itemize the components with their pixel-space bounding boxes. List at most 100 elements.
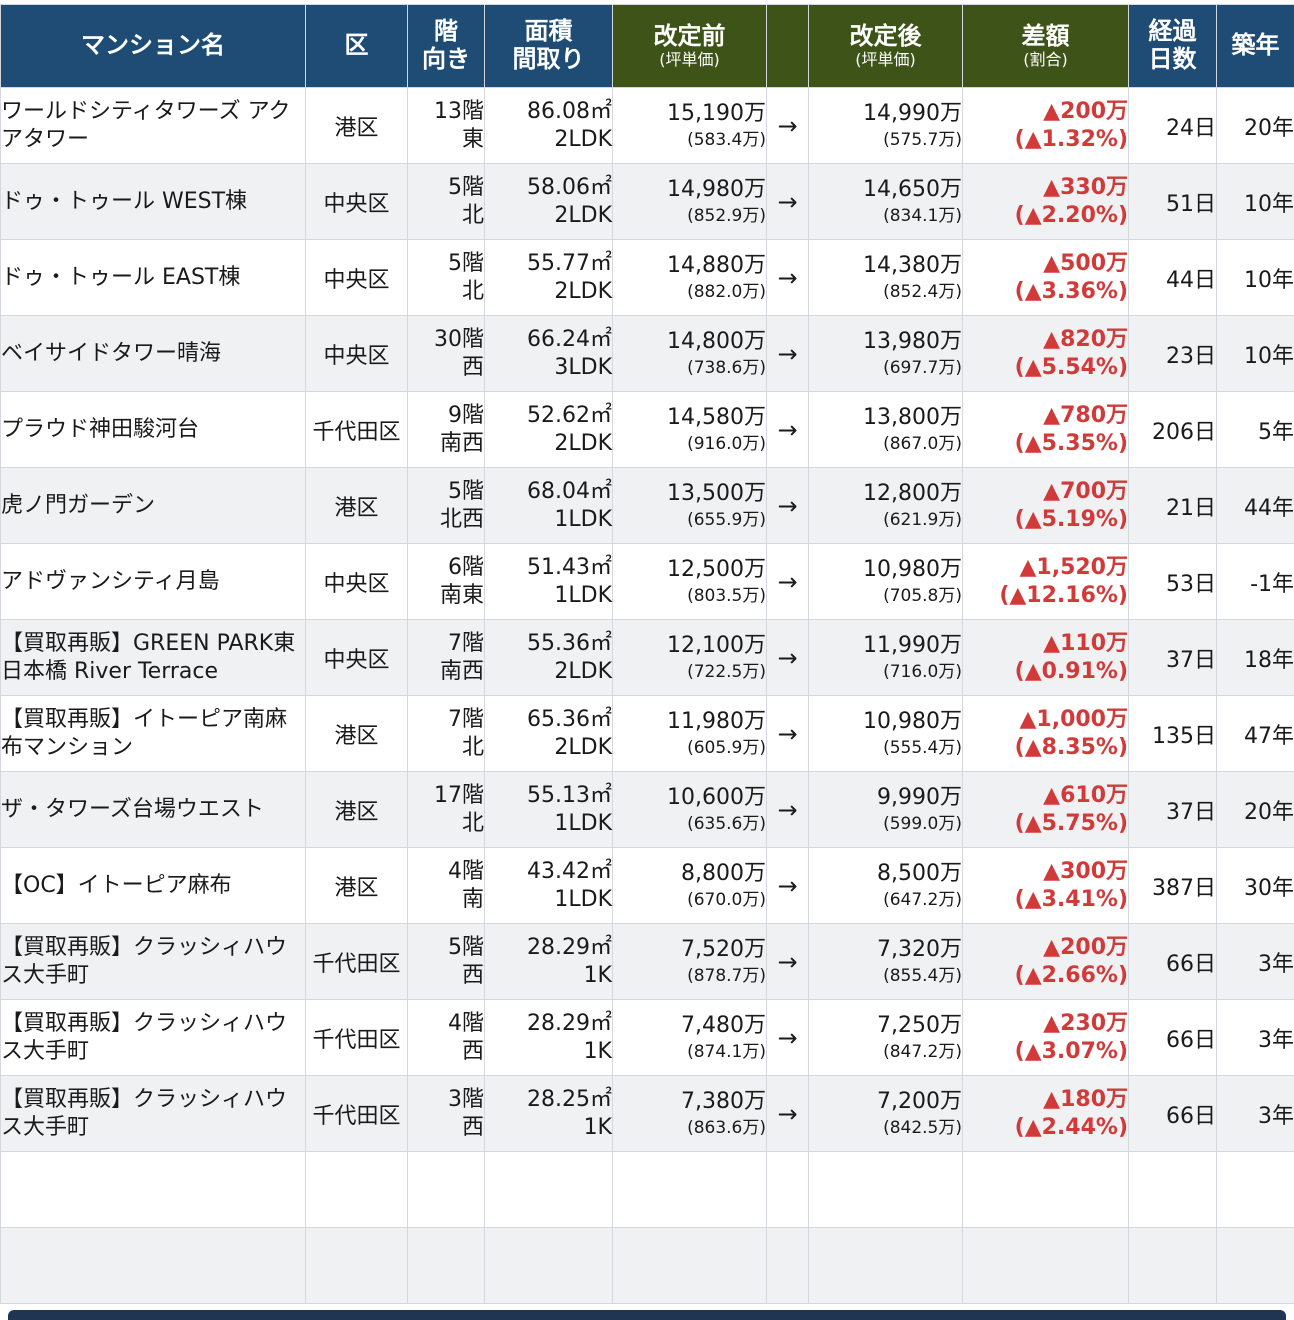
cell-before-price-before: 14,880万: [613, 252, 766, 280]
cell-ward-ward: 港区: [334, 724, 378, 749]
cell-after-price-after: 13,800万: [809, 404, 962, 432]
cell-before-price-before: 7,380万: [613, 1088, 766, 1116]
cell-floor-floor: 17階: [408, 782, 484, 810]
table-row[interactable]: プラウド神田駿河台千代田区9階南西52.62㎡2LDK14,580万(916.0…: [1, 392, 1294, 468]
cell-diff: ▲110万(▲0.91%): [963, 620, 1129, 696]
header-before[interactable]: 改定前(坪単価): [613, 5, 767, 88]
cell-name: 【買取再販】クラッシィハウス大手町: [1, 924, 306, 1000]
cell-before-price-before: 7,480万: [613, 1012, 766, 1040]
cell-days-days: 206日: [1152, 420, 1216, 445]
cell-floor-floor: 6階: [408, 554, 484, 582]
bottom-scroll-bar[interactable]: [8, 1310, 1286, 1320]
empty-cell: [306, 1152, 408, 1228]
cell-floor: 5階北: [408, 164, 485, 240]
arrow-icon: →: [767, 696, 809, 772]
cell-age-age: -1年: [1250, 572, 1294, 597]
empty-cell: [809, 1228, 963, 1304]
cell-days: 37日: [1129, 620, 1217, 696]
table-row[interactable]: ドゥ・トゥール EAST棟中央区5階北55.77㎡2LDK14,880万(882…: [1, 240, 1294, 316]
cell-before-price-before-unit: (874.1万): [613, 1040, 766, 1064]
cell-days-days: 23日: [1166, 344, 1216, 369]
cell-floor-direction: 西: [408, 1038, 484, 1066]
cell-before-price: 7,520万(878.7万): [613, 924, 767, 1000]
cell-before-price-before: 14,800万: [613, 328, 766, 356]
cell-area: 55.36㎡2LDK: [485, 620, 613, 696]
cell-area: 28.25㎡1K: [485, 1076, 613, 1152]
table-row[interactable]: 【買取再販】クラッシィハウス大手町千代田区4階西28.29㎡1K7,480万(8…: [1, 1000, 1294, 1076]
cell-diff-diff-pct: (▲3.41%): [963, 886, 1128, 914]
table-row[interactable]: ドゥ・トゥール WEST棟中央区5階北58.06㎡2LDK14,980万(852…: [1, 164, 1294, 240]
cell-ward: 千代田区: [306, 1000, 408, 1076]
cell-age: 10年: [1217, 240, 1294, 316]
arrow-icon: →: [767, 924, 809, 1000]
cell-area-area: 68.04㎡: [485, 478, 612, 506]
table-row[interactable]: ザ・タワーズ台場ウエスト港区17階北55.13㎡1LDK10,600万(635.…: [1, 772, 1294, 848]
cell-diff-diff-pct: (▲12.16%): [963, 582, 1128, 610]
table-row[interactable]: ワールドシティタワーズ アクアタワー港区13階東86.08㎡2LDK15,190…: [1, 88, 1294, 164]
cell-name: ワールドシティタワーズ アクアタワー: [1, 88, 306, 164]
cell-days-days: 135日: [1152, 724, 1216, 749]
cell-after-price-after: 7,250万: [809, 1012, 962, 1040]
cell-floor-floor: 4階: [408, 858, 484, 886]
header-name[interactable]: マンション名: [1, 5, 306, 88]
cell-age: 18年: [1217, 620, 1294, 696]
cell-after-price-after: 11,990万: [809, 632, 962, 660]
empty-cell: [1129, 1152, 1217, 1228]
empty-cell: [1, 1228, 306, 1304]
cell-floor: 4階南: [408, 848, 485, 924]
cell-floor-direction: 北: [408, 734, 484, 762]
cell-floor: 6階南東: [408, 544, 485, 620]
cell-age: 5年: [1217, 392, 1294, 468]
cell-area-area: 43.42㎡: [485, 858, 612, 886]
cell-days: 66日: [1129, 924, 1217, 1000]
header-area[interactable]: 面積間取り: [485, 5, 613, 88]
cell-days-days: 387日: [1152, 876, 1216, 901]
cell-age-age: 10年: [1244, 268, 1294, 293]
header-ward[interactable]: 区: [306, 5, 408, 88]
cell-area: 52.62㎡2LDK: [485, 392, 613, 468]
empty-cell: [408, 1152, 485, 1228]
table-row[interactable]: アドヴァンシティ月島中央区6階南東51.43㎡1LDK12,500万(803.5…: [1, 544, 1294, 620]
cell-area-layout: 2LDK: [485, 278, 612, 306]
header-after[interactable]: 改定後(坪単価): [809, 5, 963, 88]
cell-floor: 4階西: [408, 1000, 485, 1076]
table-row[interactable]: 虎ノ門ガーデン港区5階北西68.04㎡1LDK13,500万(655.9万)→1…: [1, 468, 1294, 544]
cell-name-name: 【OC】イトーピア麻布: [1, 873, 232, 898]
cell-area-layout: 1LDK: [485, 886, 612, 914]
cell-area-layout: 2LDK: [485, 126, 612, 154]
cell-name-name: アドヴァンシティ月島: [1, 569, 220, 594]
cell-diff-diff: ▲330万: [963, 174, 1128, 202]
empty-cell: [1, 1152, 306, 1228]
cell-floor: 9階南西: [408, 392, 485, 468]
cell-before-price-before-unit: (738.6万): [613, 356, 766, 380]
table-row[interactable]: 【買取再販】イトーピア南麻布マンション港区7階北65.36㎡2LDK11,980…: [1, 696, 1294, 772]
header-floor[interactable]: 階向き: [408, 5, 485, 88]
header-age[interactable]: 築年: [1217, 5, 1294, 88]
cell-days: 66日: [1129, 1000, 1217, 1076]
cell-ward-ward: 中央区: [323, 192, 389, 217]
cell-name: 虎ノ門ガーデン: [1, 468, 306, 544]
header-days[interactable]: 経過日数: [1129, 5, 1217, 88]
cell-ward: 港区: [306, 848, 408, 924]
cell-days-days: 37日: [1166, 800, 1216, 825]
cell-floor-floor: 9階: [408, 402, 484, 430]
table-row[interactable]: 【買取再販】クラッシィハウス大手町千代田区5階西28.29㎡1K7,520万(8…: [1, 924, 1294, 1000]
cell-ward: 港区: [306, 696, 408, 772]
cell-after-price-after: 7,320万: [809, 936, 962, 964]
cell-after-price-after: 13,980万: [809, 328, 962, 356]
cell-floor: 5階西: [408, 924, 485, 1000]
cell-after-price-after-unit: (697.7万): [809, 356, 962, 380]
table-row[interactable]: 【OC】イトーピア麻布港区4階南43.42㎡1LDK8,800万(670.0万)…: [1, 848, 1294, 924]
cell-age: 30年: [1217, 848, 1294, 924]
cell-area-area: 66.24㎡: [485, 326, 612, 354]
table-row[interactable]: ベイサイドタワー晴海中央区30階西66.24㎡3LDK14,800万(738.6…: [1, 316, 1294, 392]
cell-floor-direction: 西: [408, 962, 484, 990]
empty-cell: [963, 1152, 1129, 1228]
cell-diff-diff-pct: (▲5.54%): [963, 354, 1128, 382]
cell-ward-ward: 中央区: [323, 572, 389, 597]
table-row[interactable]: 【買取再販】GREEN PARK東日本橋 River Terrace中央区7階南…: [1, 620, 1294, 696]
header-diff[interactable]: 差額(割合): [963, 5, 1129, 88]
empty-cell: [613, 1152, 767, 1228]
table-row[interactable]: 【買取再販】クラッシィハウス大手町千代田区3階西28.25㎡1K7,380万(8…: [1, 1076, 1294, 1152]
cell-area-area: 86.08㎡: [485, 98, 612, 126]
